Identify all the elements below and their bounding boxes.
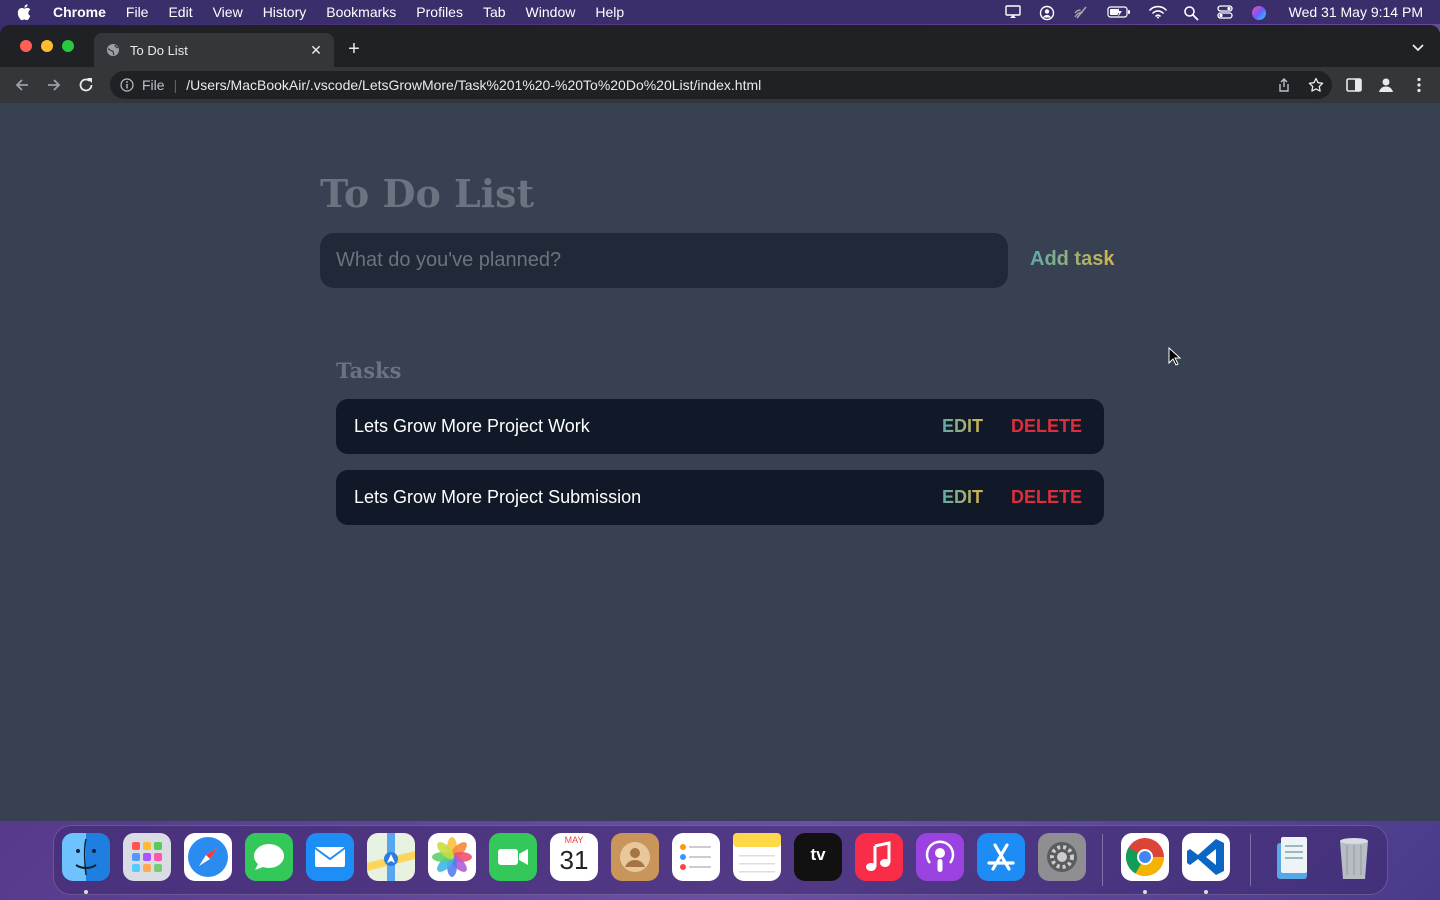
bookmark-star-icon[interactable] — [1308, 77, 1324, 93]
apple-tv-icon[interactable]: tv — [794, 833, 842, 881]
dock: MAY 31 tv — [53, 825, 1388, 895]
running-indicator — [1204, 890, 1208, 894]
finder-icon[interactable] — [62, 833, 110, 881]
task-item: Lets Grow More Project Submission EDIT D… — [336, 470, 1104, 525]
system-settings-icon[interactable] — [1038, 833, 1086, 881]
chrome-icon[interactable] — [1121, 833, 1169, 881]
menu-view[interactable]: View — [213, 4, 243, 20]
browser-window: To Do List ✕ + File | /Users/MacBookAir/… — [0, 25, 1440, 821]
more-menu-icon[interactable] — [1410, 76, 1428, 94]
menu-tab[interactable]: Tab — [483, 4, 506, 20]
address-url[interactable]: /Users/MacBookAir/.vscode/LetsGrowMore/T… — [186, 77, 761, 93]
address-scheme: File — [142, 77, 165, 93]
status-area: Wed 31 May 9:14 PM — [1004, 0, 1423, 24]
facetime-icon[interactable] — [489, 833, 537, 881]
running-indicator — [84, 890, 88, 894]
menu-app-name[interactable]: Chrome — [53, 4, 106, 20]
messages-icon[interactable] — [245, 833, 293, 881]
launchpad-icon[interactable] — [123, 833, 171, 881]
side-panel-icon[interactable] — [1345, 76, 1363, 94]
profile-icon[interactable] — [1377, 76, 1395, 94]
music-icon[interactable] — [855, 833, 903, 881]
maximize-window-button[interactable] — [62, 40, 74, 52]
address-bar[interactable]: File | /Users/MacBookAir/.vscode/LetsGro… — [110, 71, 1332, 99]
screen-mirroring-icon[interactable] — [1004, 5, 1021, 19]
menu-clock[interactable]: Wed 31 May 9:14 PM — [1289, 4, 1423, 20]
podcasts-icon[interactable] — [916, 833, 964, 881]
control-center-icon[interactable] — [1216, 5, 1233, 19]
battery-icon[interactable] — [1107, 5, 1131, 19]
menu-edit[interactable]: Edit — [168, 4, 192, 20]
calendar-month: MAY — [564, 835, 584, 845]
cast-off-icon[interactable] — [1073, 5, 1089, 19]
address-divider: | — [173, 77, 178, 93]
edit-button[interactable]: EDIT — [942, 416, 983, 437]
forward-arrow-icon[interactable] — [44, 75, 64, 95]
menu-bar: Chrome File Edit View History Bookmarks … — [0, 0, 1440, 24]
menu-window[interactable]: Window — [526, 4, 576, 20]
menu-bookmarks[interactable]: Bookmarks — [326, 4, 396, 20]
reminders-icon[interactable] — [672, 833, 720, 881]
app-store-icon[interactable] — [977, 833, 1025, 881]
delete-button[interactable]: DELETE — [1011, 487, 1082, 508]
tab-strip: To Do List ✕ + — [0, 25, 1440, 67]
minimize-window-button[interactable] — [41, 40, 53, 52]
calendar-icon[interactable]: MAY 31 — [550, 833, 598, 881]
dock-divider — [1250, 834, 1251, 886]
photos-icon[interactable] — [428, 833, 476, 881]
back-arrow-icon[interactable] — [12, 75, 32, 95]
safari-icon[interactable] — [184, 833, 232, 881]
wifi-icon[interactable] — [1148, 5, 1167, 19]
add-task-button[interactable]: Add task — [1030, 248, 1114, 271]
task-item: Lets Grow More Project Work EDIT DELETE — [336, 399, 1104, 454]
siri-icon[interactable] — [1251, 5, 1267, 20]
page-viewport: To Do List Add task Tasks Lets Grow More… — [0, 103, 1440, 821]
menu-help[interactable]: Help — [595, 4, 624, 20]
tab-title: To Do List — [130, 42, 188, 58]
mail-icon[interactable] — [306, 833, 354, 881]
close-tab-icon[interactable]: ✕ — [308, 42, 324, 58]
close-window-button[interactable] — [20, 40, 32, 52]
user-account-icon[interactable] — [1039, 5, 1055, 21]
apple-tv-label: tv — [810, 845, 826, 864]
spotlight-search-icon[interactable] — [1183, 5, 1199, 21]
notes-icon[interactable] — [733, 833, 781, 881]
menu-history[interactable]: History — [263, 4, 307, 20]
edit-button[interactable]: EDIT — [942, 487, 983, 508]
dock-divider — [1102, 834, 1103, 886]
downloads-stack-icon[interactable] — [1269, 833, 1317, 881]
tasks-heading: Tasks — [336, 358, 402, 383]
task-input[interactable] — [320, 233, 1008, 288]
contacts-icon[interactable] — [611, 833, 659, 881]
share-icon[interactable] — [1276, 77, 1292, 93]
task-text[interactable]: Lets Grow More Project Work — [354, 416, 590, 437]
page-title: To Do List — [320, 171, 535, 216]
trash-icon[interactable] — [1330, 833, 1378, 881]
mouse-cursor-icon — [1168, 346, 1182, 367]
task-text[interactable]: Lets Grow More Project Submission — [354, 487, 641, 508]
browser-toolbar: File | /Users/MacBookAir/.vscode/LetsGro… — [0, 67, 1440, 103]
maps-icon[interactable] — [367, 833, 415, 881]
menu-profiles[interactable]: Profiles — [416, 4, 463, 20]
new-tab-icon[interactable]: + — [344, 39, 364, 59]
calendar-day: 31 — [559, 845, 589, 875]
menu-file[interactable]: File — [126, 4, 149, 20]
globe-icon — [106, 43, 120, 57]
apple-menu-icon[interactable] — [17, 3, 41, 21]
tab-search-chevron-icon[interactable] — [1410, 39, 1426, 55]
info-icon[interactable] — [120, 78, 134, 92]
tab-to-do-list[interactable]: To Do List ✕ — [94, 33, 334, 67]
running-indicator — [1143, 890, 1147, 894]
delete-button[interactable]: DELETE — [1011, 416, 1082, 437]
reload-icon[interactable] — [76, 75, 96, 95]
vscode-icon[interactable] — [1182, 833, 1230, 881]
